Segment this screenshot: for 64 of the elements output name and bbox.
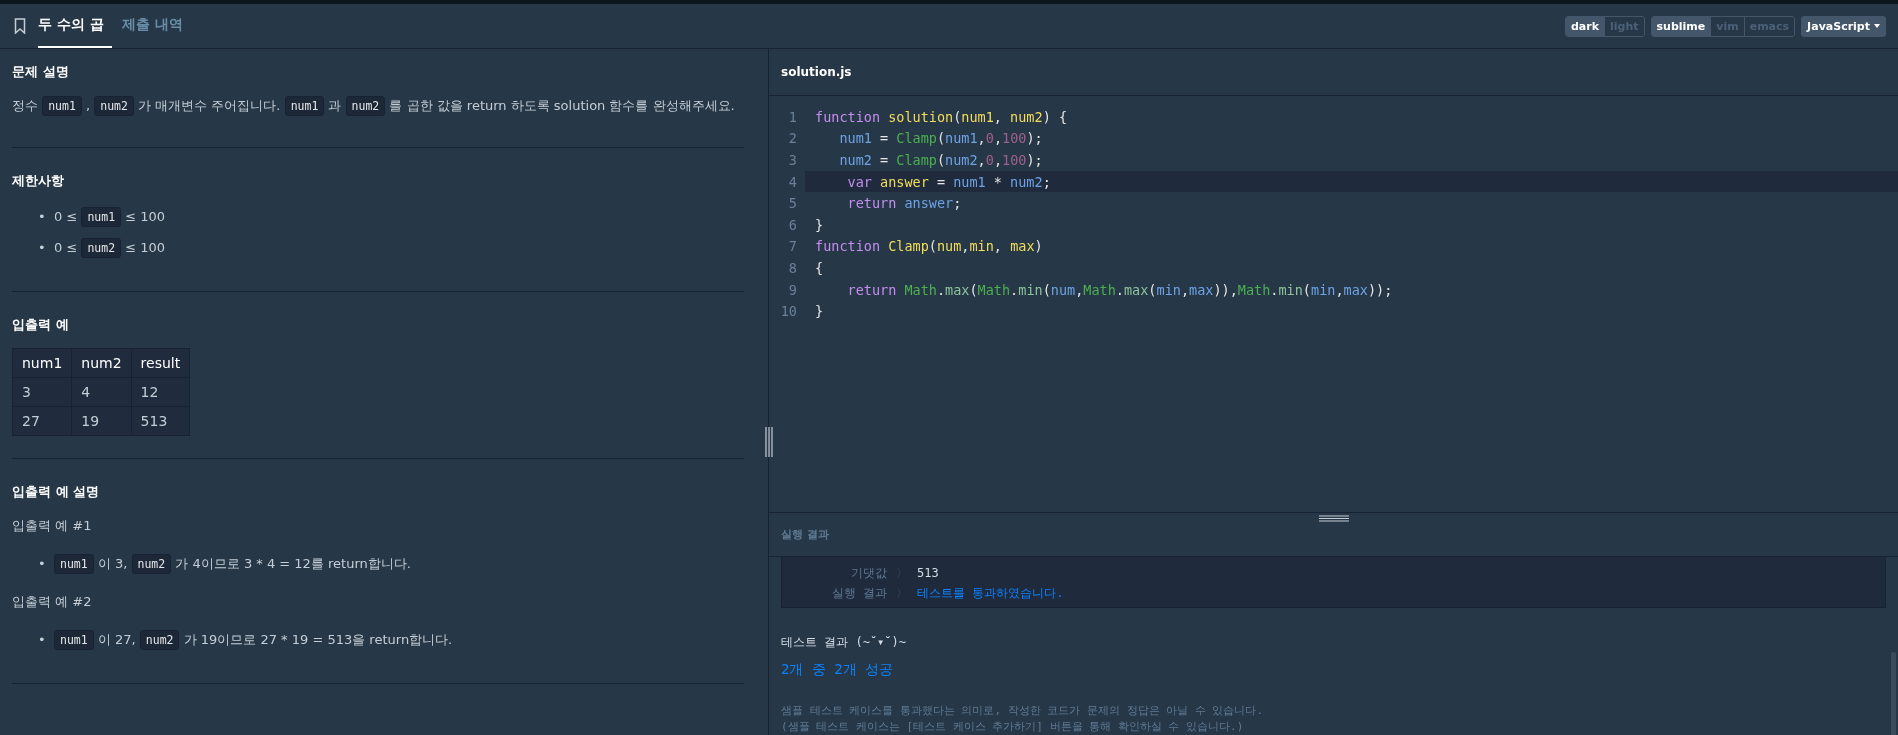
line-number: 8 xyxy=(787,259,798,276)
table-cell: 513 xyxy=(131,406,190,436)
toggle-option[interactable]: sublime xyxy=(1651,16,1711,36)
section-heading: 입출력 예 xyxy=(12,316,70,334)
case-label: 기댓값 xyxy=(850,565,887,582)
paragraph: 정수 num1 , num2 가 매개변수 주어집니다. num1 과 num2 를 곱한 값을 return 하도록 solution 함수를 완성해주세요. xyxy=(12,95,744,117)
code-line: function Clamp(num,min, max) xyxy=(814,237,1044,257)
table-cell: 19 xyxy=(71,406,132,436)
case-value: 513 xyxy=(917,565,939,582)
tab[interactable]: 두 수의 곱 xyxy=(38,4,112,48)
line-number: 5 xyxy=(787,195,798,212)
splitter-handle-icon[interactable] xyxy=(1319,515,1349,522)
paragraph: 입출력 예 #1 xyxy=(12,517,93,535)
code-line: { xyxy=(814,258,825,278)
line-number: 1 xyxy=(787,108,798,125)
bullet-glyph: • xyxy=(38,208,47,226)
bullet-glyph: • xyxy=(38,631,47,649)
list-item: 0 ≤ num2 ≤ 100 xyxy=(54,235,166,261)
section-heading: 입출력 예 설명 xyxy=(12,483,101,501)
line-number: 7 xyxy=(787,238,798,255)
line-number: 2 xyxy=(787,130,798,147)
note-text: 샘플 테스트 케이스를 통과했다는 의미로, 작성한 코드가 문제의 정답은 아닐 수 있습니다. xyxy=(781,703,1265,719)
code-line: num1 = Clamp(num1,0,100); xyxy=(838,129,1044,149)
table-cell: 27 xyxy=(12,406,72,436)
note-text: (샘플 테스트 케이스는 [테스트 케이스 추가하기] 버튼을 통해 확인하실 수 있습니다.) xyxy=(781,719,1245,735)
file-title: solution.js xyxy=(769,49,1898,96)
summary-text: 2개 중 2개 성공 xyxy=(781,661,895,679)
table-cell: 3 xyxy=(12,377,72,407)
list-item: num1 이 27, num2 가 19이므로 27 * 19 = 513을 return합니다. xyxy=(54,627,453,653)
list-item: num1 이 3, num2 가 4이므로 3 * 4 = 12를 return합니다. xyxy=(54,551,411,577)
results-title: 실행 결과 xyxy=(781,527,829,542)
separator-glyph: 〉 xyxy=(895,585,909,602)
line-number: 9 xyxy=(787,281,798,298)
case-value: 테스트를 통과하였습니다. xyxy=(917,585,1064,602)
list-item: 0 ≤ num1 ≤ 100 xyxy=(54,204,166,230)
section-heading: 문제 설명 xyxy=(12,63,70,81)
separator-glyph: 〉 xyxy=(895,565,909,582)
column-header: num2 xyxy=(71,348,132,378)
line-number: 10 xyxy=(779,303,798,320)
column-header: result xyxy=(131,348,190,378)
code-line: num2 = Clamp(num2,0,100); xyxy=(838,151,1044,170)
code-line: } xyxy=(814,302,825,322)
bullet-glyph: • xyxy=(38,555,47,573)
language-dropdown[interactable]: JavaScript xyxy=(1801,15,1886,37)
bullet-glyph: • xyxy=(38,239,47,257)
toggle-option[interactable]: dark xyxy=(1566,16,1605,36)
code-line: return answer; xyxy=(846,194,963,214)
table-cell: 12 xyxy=(131,377,190,407)
caret-icon xyxy=(1874,24,1880,28)
code-line: function solution(num1, num2) { xyxy=(814,107,1068,127)
summary-title: 테스트 결과 (~˘▾˘)~ xyxy=(781,634,908,651)
splitter-handle-icon[interactable] xyxy=(765,427,773,457)
case-label: 실행 결과 xyxy=(830,585,887,602)
line-number: 4 xyxy=(787,173,798,190)
code-line: } xyxy=(814,215,825,235)
bookmark-icon xyxy=(14,18,26,34)
line-number: 6 xyxy=(787,216,798,233)
column-header: num1 xyxy=(12,348,72,378)
tab[interactable]: 제출 내역 xyxy=(121,4,191,48)
section-heading: 제한사항 xyxy=(12,172,65,190)
paragraph: 입출력 예 #2 xyxy=(12,593,93,611)
table-cell: 4 xyxy=(71,377,132,407)
line-number: 3 xyxy=(787,152,798,168)
code-line: return Math.max(Math.min(num,Math.max(min,max)),Math.min(min,max)); xyxy=(846,280,1394,300)
